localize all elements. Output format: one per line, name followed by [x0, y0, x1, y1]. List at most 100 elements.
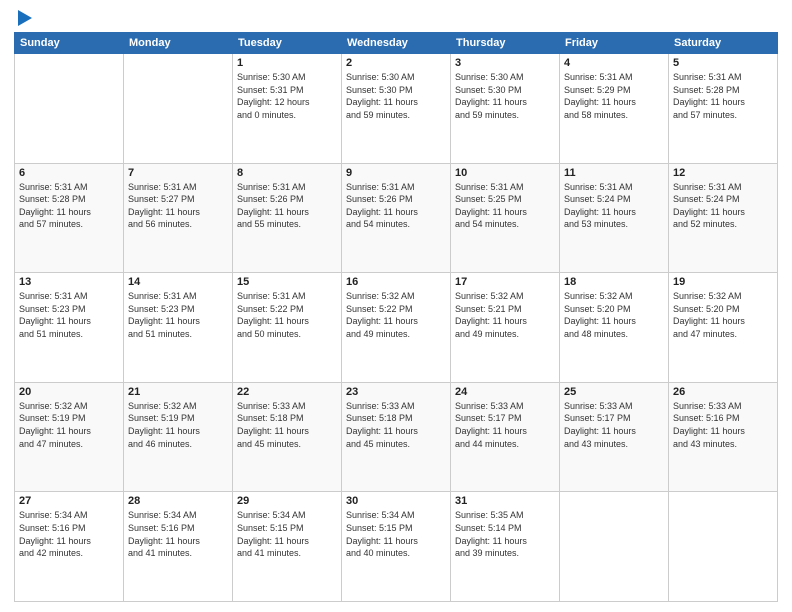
calendar-week-row: 13 Sunrise: 5:31 AM Sunset: 5:23 PM Dayli…	[15, 273, 778, 383]
day-info: Sunrise: 5:31 AM Sunset: 5:26 PM Dayligh…	[237, 181, 337, 231]
day-info: Sunrise: 5:31 AM Sunset: 5:24 PM Dayligh…	[564, 181, 664, 231]
day-number: 31	[455, 495, 555, 507]
calendar-cell: 28 Sunrise: 5:34 AM Sunset: 5:16 PM Dayli…	[124, 492, 233, 602]
calendar-cell: 27 Sunrise: 5:34 AM Sunset: 5:16 PM Dayli…	[15, 492, 124, 602]
day-number: 3	[455, 57, 555, 69]
day-info: Sunrise: 5:33 AM Sunset: 5:17 PM Dayligh…	[455, 400, 555, 450]
calendar-header-row: SundayMondayTuesdayWednesdayThursdayFrid…	[15, 33, 778, 54]
day-info: Sunrise: 5:32 AM Sunset: 5:21 PM Dayligh…	[455, 290, 555, 340]
day-info: Sunrise: 5:31 AM Sunset: 5:29 PM Dayligh…	[564, 71, 664, 121]
day-number: 28	[128, 495, 228, 507]
day-info: Sunrise: 5:31 AM Sunset: 5:28 PM Dayligh…	[19, 181, 119, 231]
day-info: Sunrise: 5:31 AM Sunset: 5:24 PM Dayligh…	[673, 181, 773, 231]
day-info: Sunrise: 5:34 AM Sunset: 5:15 PM Dayligh…	[237, 509, 337, 559]
day-info: Sunrise: 5:31 AM Sunset: 5:26 PM Dayligh…	[346, 181, 446, 231]
calendar-cell: 10 Sunrise: 5:31 AM Sunset: 5:25 PM Dayli…	[451, 163, 560, 273]
page: SundayMondayTuesdayWednesdayThursdayFrid…	[0, 0, 792, 612]
day-number: 8	[237, 167, 337, 179]
day-number: 23	[346, 386, 446, 398]
calendar-cell: 7 Sunrise: 5:31 AM Sunset: 5:27 PM Daylig…	[124, 163, 233, 273]
calendar-cell: 17 Sunrise: 5:32 AM Sunset: 5:21 PM Dayli…	[451, 273, 560, 383]
calendar-table: SundayMondayTuesdayWednesdayThursdayFrid…	[14, 32, 778, 602]
day-info: Sunrise: 5:32 AM Sunset: 5:22 PM Dayligh…	[346, 290, 446, 340]
header	[14, 10, 778, 28]
day-info: Sunrise: 5:35 AM Sunset: 5:14 PM Dayligh…	[455, 509, 555, 559]
calendar-cell: 31 Sunrise: 5:35 AM Sunset: 5:14 PM Dayli…	[451, 492, 560, 602]
calendar-cell: 26Sunrise: 5:33 AM Sunset: 5:16 PM Dayli…	[669, 382, 778, 492]
calendar-cell: 18 Sunrise: 5:32 AM Sunset: 5:20 PM Dayli…	[560, 273, 669, 383]
day-info: Sunrise: 5:33 AM Sunset: 5:18 PM Dayligh…	[237, 400, 337, 450]
calendar-week-row: 27 Sunrise: 5:34 AM Sunset: 5:16 PM Dayli…	[15, 492, 778, 602]
day-info: Sunrise: 5:32 AM Sunset: 5:19 PM Dayligh…	[19, 400, 119, 450]
calendar-cell: 9 Sunrise: 5:31 AM Sunset: 5:26 PM Daylig…	[342, 163, 451, 273]
day-number: 30	[346, 495, 446, 507]
day-number: 4	[564, 57, 664, 69]
calendar-cell: 24 Sunrise: 5:33 AM Sunset: 5:17 PM Dayli…	[451, 382, 560, 492]
weekday-header-wednesday: Wednesday	[342, 33, 451, 54]
calendar-cell: 30Sunrise: 5:34 AM Sunset: 5:15 PM Dayli…	[342, 492, 451, 602]
day-number: 19	[673, 276, 773, 288]
calendar-cell: 2Sunrise: 5:30 AM Sunset: 5:30 PM Daylig…	[342, 54, 451, 164]
calendar-cell: 22Sunrise: 5:33 AM Sunset: 5:18 PM Dayli…	[233, 382, 342, 492]
day-info: Sunrise: 5:33 AM Sunset: 5:17 PM Dayligh…	[564, 400, 664, 450]
calendar-cell: 21 Sunrise: 5:32 AM Sunset: 5:19 PM Dayli…	[124, 382, 233, 492]
weekday-header-tuesday: Tuesday	[233, 33, 342, 54]
day-number: 29	[237, 495, 337, 507]
calendar-cell: 16 Sunrise: 5:32 AM Sunset: 5:22 PM Dayli…	[342, 273, 451, 383]
calendar-cell: 23 Sunrise: 5:33 AM Sunset: 5:18 PM Dayli…	[342, 382, 451, 492]
day-number: 7	[128, 167, 228, 179]
day-number: 11	[564, 167, 664, 179]
day-info: Sunrise: 5:31 AM Sunset: 5:23 PM Dayligh…	[19, 290, 119, 340]
day-number: 1	[237, 57, 337, 69]
weekday-header-saturday: Saturday	[669, 33, 778, 54]
day-info: Sunrise: 5:31 AM Sunset: 5:28 PM Dayligh…	[673, 71, 773, 121]
day-info: Sunrise: 5:33 AM Sunset: 5:18 PM Dayligh…	[346, 400, 446, 450]
calendar-week-row: 20 Sunrise: 5:32 AM Sunset: 5:19 PM Dayli…	[15, 382, 778, 492]
day-info: Sunrise: 5:30 AM Sunset: 5:30 PM Dayligh…	[455, 71, 555, 121]
day-number: 20	[19, 386, 119, 398]
day-number: 14	[128, 276, 228, 288]
calendar-cell: 25 Sunrise: 5:33 AM Sunset: 5:17 PM Dayli…	[560, 382, 669, 492]
calendar-cell: 8 Sunrise: 5:31 AM Sunset: 5:26 PM Daylig…	[233, 163, 342, 273]
calendar-cell	[560, 492, 669, 602]
day-number: 24	[455, 386, 555, 398]
calendar-cell: 11 Sunrise: 5:31 AM Sunset: 5:24 PM Dayli…	[560, 163, 669, 273]
calendar-cell: 14 Sunrise: 5:31 AM Sunset: 5:23 PM Dayli…	[124, 273, 233, 383]
day-number: 6	[19, 167, 119, 179]
calendar-cell: 6 Sunrise: 5:31 AM Sunset: 5:28 PM Daylig…	[15, 163, 124, 273]
logo	[14, 10, 34, 28]
calendar-cell: 15 Sunrise: 5:31 AM Sunset: 5:22 PM Dayli…	[233, 273, 342, 383]
day-number: 13	[19, 276, 119, 288]
calendar-cell: 3 Sunrise: 5:30 AM Sunset: 5:30 PM Daylig…	[451, 54, 560, 164]
day-number: 21	[128, 386, 228, 398]
day-number: 18	[564, 276, 664, 288]
day-info: Sunrise: 5:34 AM Sunset: 5:16 PM Dayligh…	[128, 509, 228, 559]
day-number: 10	[455, 167, 555, 179]
day-number: 5	[673, 57, 773, 69]
day-info: Sunrise: 5:31 AM Sunset: 5:22 PM Dayligh…	[237, 290, 337, 340]
day-info: Sunrise: 5:34 AM Sunset: 5:16 PM Dayligh…	[19, 509, 119, 559]
calendar-cell	[669, 492, 778, 602]
day-number: 9	[346, 167, 446, 179]
day-info: Sunrise: 5:31 AM Sunset: 5:25 PM Dayligh…	[455, 181, 555, 231]
day-number: 17	[455, 276, 555, 288]
logo-flag-icon	[16, 10, 34, 30]
day-number: 12	[673, 167, 773, 179]
day-info: Sunrise: 5:31 AM Sunset: 5:23 PM Dayligh…	[128, 290, 228, 340]
day-info: Sunrise: 5:32 AM Sunset: 5:19 PM Dayligh…	[128, 400, 228, 450]
day-info: Sunrise: 5:31 AM Sunset: 5:27 PM Dayligh…	[128, 181, 228, 231]
calendar-cell: 20 Sunrise: 5:32 AM Sunset: 5:19 PM Dayli…	[15, 382, 124, 492]
calendar-week-row: 1Sunrise: 5:30 AM Sunset: 5:31 PM Daylig…	[15, 54, 778, 164]
day-number: 16	[346, 276, 446, 288]
day-info: Sunrise: 5:32 AM Sunset: 5:20 PM Dayligh…	[564, 290, 664, 340]
day-number: 27	[19, 495, 119, 507]
day-info: Sunrise: 5:33 AM Sunset: 5:16 PM Dayligh…	[673, 400, 773, 450]
day-info: Sunrise: 5:32 AM Sunset: 5:20 PM Dayligh…	[673, 290, 773, 340]
day-number: 15	[237, 276, 337, 288]
day-number: 2	[346, 57, 446, 69]
day-number: 25	[564, 386, 664, 398]
calendar-cell: 29 Sunrise: 5:34 AM Sunset: 5:15 PM Dayli…	[233, 492, 342, 602]
weekday-header-thursday: Thursday	[451, 33, 560, 54]
calendar-cell	[124, 54, 233, 164]
calendar-cell: 19 Sunrise: 5:32 AM Sunset: 5:20 PM Dayli…	[669, 273, 778, 383]
